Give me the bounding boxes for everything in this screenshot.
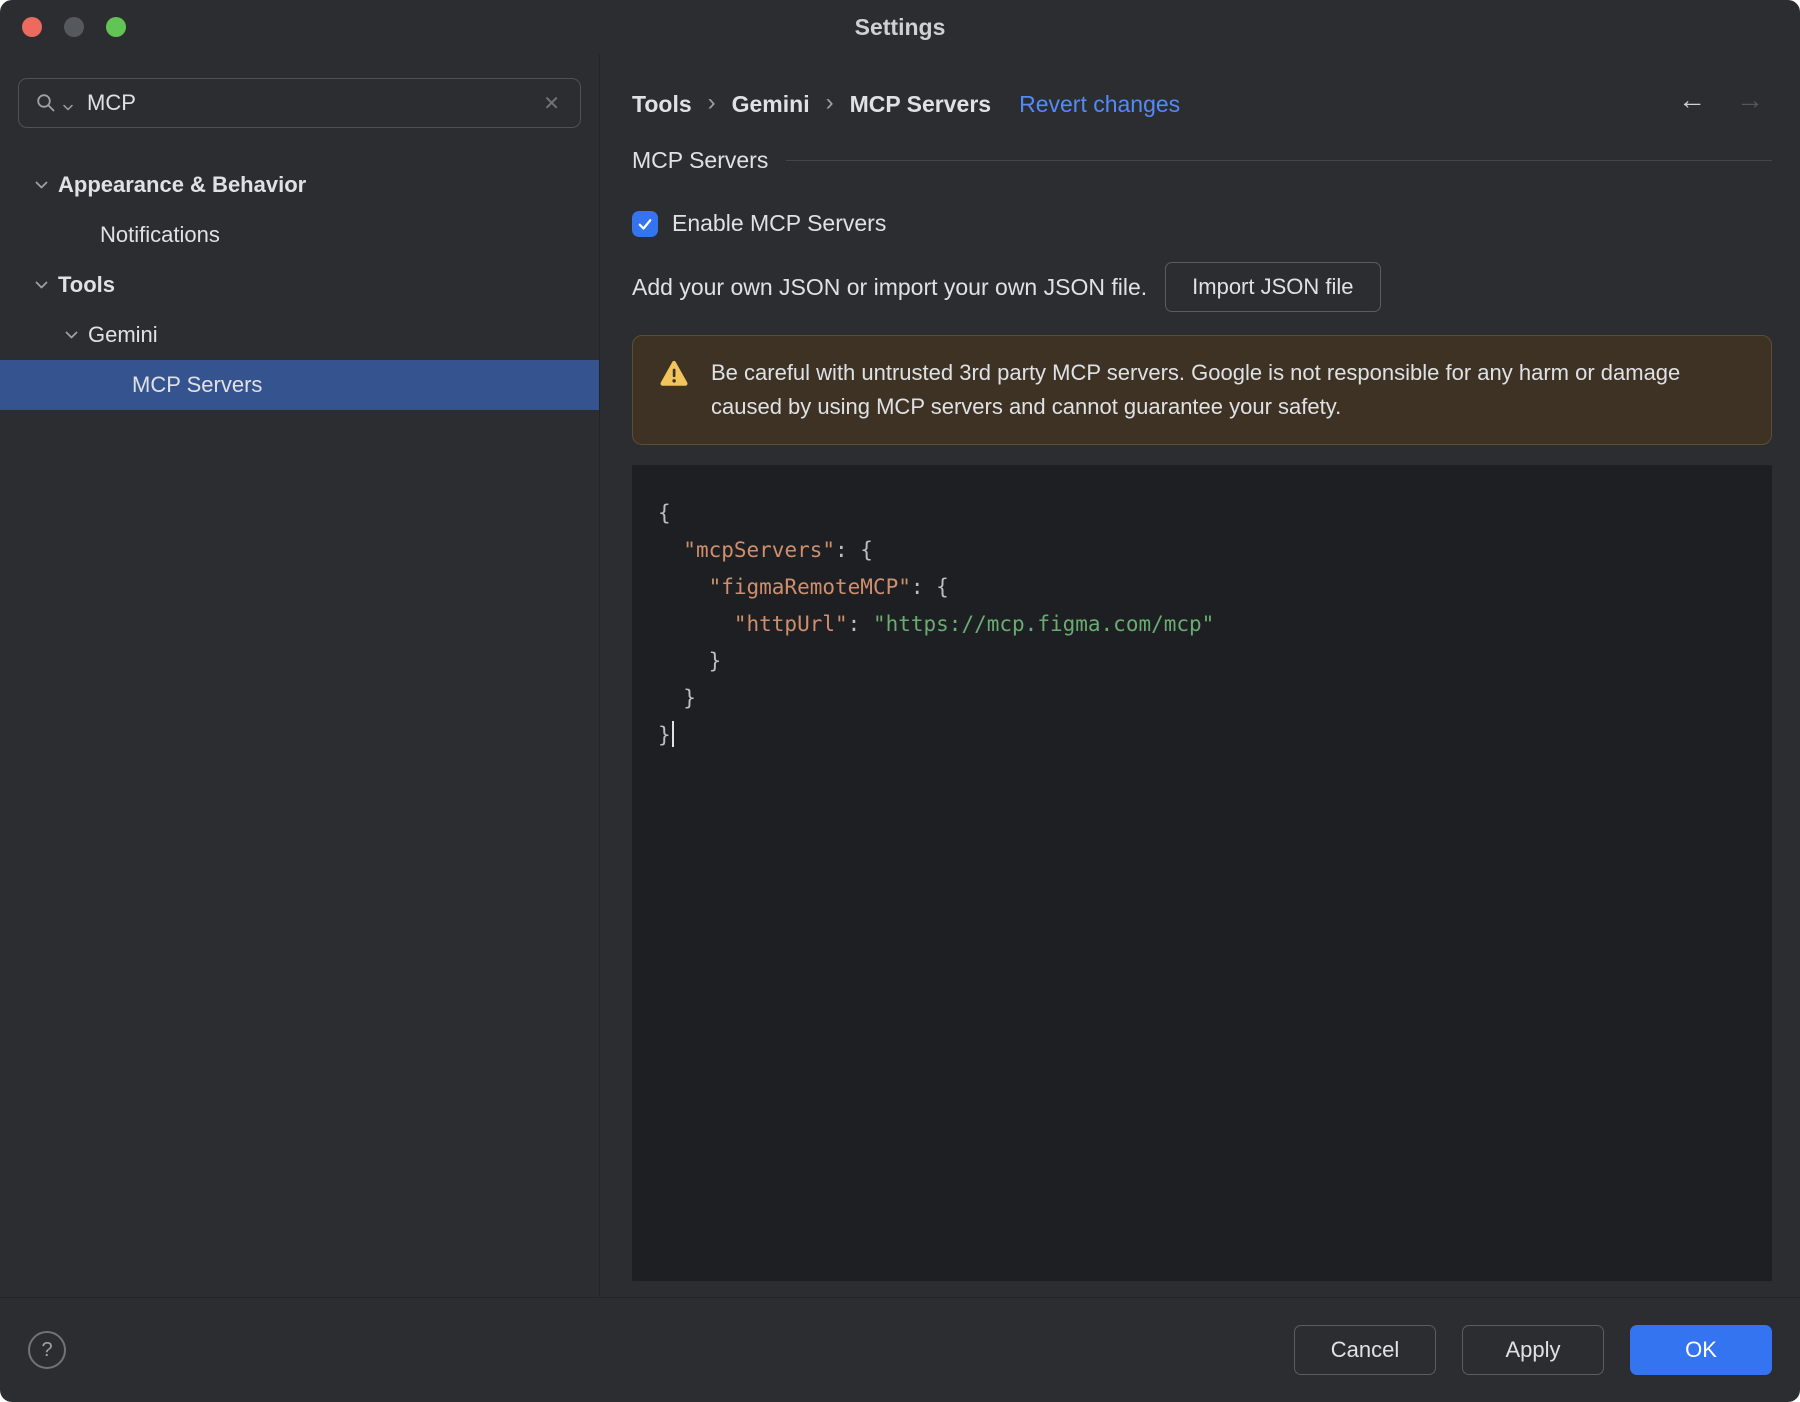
search-options-chevron-icon[interactable] — [63, 104, 73, 111]
ok-button[interactable]: OK — [1630, 1325, 1772, 1375]
breadcrumb-separator-icon: › — [825, 89, 834, 116]
section-header: MCP Servers — [632, 144, 1772, 176]
json-editor[interactable]: { "mcpServers": { "figmaRemoteMCP": { "h… — [632, 465, 1772, 1281]
breadcrumb: Tools › Gemini › MCP Servers Revert chan… — [632, 78, 1772, 130]
footer-buttons: Cancel Apply OK — [1294, 1325, 1772, 1375]
sidebar-item-label: Notifications — [100, 222, 220, 247]
back-arrow-icon[interactable]: ← — [1678, 84, 1706, 116]
import-hint-text: Add your own JSON or import your own JSO… — [632, 273, 1148, 300]
titlebar: Settings — [0, 0, 1800, 54]
zoom-window-button[interactable] — [106, 17, 126, 37]
checkbox-checked-icon[interactable] — [632, 210, 658, 237]
minimize-window-button[interactable] — [64, 17, 84, 37]
breadcrumb-separator-icon: › — [707, 89, 716, 116]
warning-icon — [660, 360, 688, 386]
enable-mcp-servers-label: Enable MCP Servers — [672, 210, 887, 236]
forward-arrow-icon: → — [1736, 84, 1764, 115]
sidebar-item-tools[interactable]: Tools — [0, 260, 599, 310]
code-line: } — [658, 717, 1746, 754]
import-json-file-button[interactable]: Import JSON file — [1165, 262, 1381, 312]
warning-banner: Be careful with untrusted 3rd party MCP … — [632, 335, 1772, 445]
sidebar-item-label: Gemini — [88, 322, 158, 347]
help-glyph: ? — [41, 1338, 53, 1361]
sidebar-item-mcp-servers[interactable]: MCP Servers — [0, 360, 599, 410]
chevron-down-icon[interactable] — [64, 331, 78, 339]
revert-changes-link[interactable]: Revert changes — [1019, 91, 1180, 118]
search-icon — [37, 94, 55, 112]
code-line: "httpUrl": "https://mcp.figma.com/mcp" — [733, 612, 1215, 636]
sidebar-item-label: Tools — [58, 272, 116, 297]
settings-content: Tools › Gemini › MCP Servers Revert chan… — [600, 54, 1800, 1297]
code-line: "mcpServers": { — [683, 538, 873, 562]
sidebar-item-label: Appearance & Behavior — [58, 172, 307, 197]
sidebar-item-gemini[interactable]: Gemini — [0, 310, 599, 360]
breadcrumb-mcp-servers: MCP Servers — [849, 90, 992, 117]
apply-button[interactable]: Apply — [1462, 1325, 1604, 1375]
sidebar-item-notifications[interactable]: Notifications — [0, 210, 599, 260]
settings-search-box[interactable]: ✕ — [18, 78, 581, 128]
dialog-footer: ? Cancel Apply OK — [0, 1297, 1800, 1402]
section-divider — [786, 159, 1772, 161]
search-input[interactable] — [87, 90, 534, 116]
code-line: "figmaRemoteMCP": { — [708, 575, 949, 599]
enable-mcp-servers-checkbox-row[interactable]: Enable MCP Servers — [632, 210, 886, 237]
code-line: { — [658, 501, 671, 525]
settings-window: Settings ✕ Appearanc — [0, 0, 1800, 1402]
breadcrumb-tools[interactable]: Tools — [632, 91, 692, 118]
sidebar-item-label: MCP Servers — [132, 372, 263, 397]
settings-sidebar: ✕ Appearance & Behavior Notifications To — [0, 54, 600, 1297]
settings-tree: Appearance & Behavior Notifications Tool… — [0, 160, 599, 410]
cancel-button[interactable]: Cancel — [1294, 1325, 1436, 1375]
traffic-lights — [22, 17, 126, 37]
json-editor-code: { "mcpServers": { "figmaRemoteMCP": { "h… — [658, 495, 1746, 754]
close-window-button[interactable] — [22, 17, 42, 37]
dialog-body: ✕ Appearance & Behavior Notifications To — [0, 54, 1800, 1297]
history-nav: ← → — [1678, 84, 1764, 116]
clear-search-icon[interactable]: ✕ — [539, 89, 564, 118]
help-icon[interactable]: ? — [28, 1331, 66, 1369]
chevron-down-icon[interactable] — [34, 181, 48, 189]
section-title: MCP Servers — [632, 146, 769, 173]
import-row: Add your own JSON or import your own JSO… — [632, 261, 1772, 313]
chevron-down-icon[interactable] — [34, 281, 48, 289]
text-caret — [671, 721, 674, 747]
code-line: } — [658, 686, 696, 710]
breadcrumb-gemini[interactable]: Gemini — [732, 91, 810, 118]
warning-text: Be careful with untrusted 3rd party MCP … — [711, 360, 1681, 419]
window-title: Settings — [854, 13, 946, 40]
code-line: } — [658, 649, 722, 673]
sidebar-item-appearance-behavior[interactable]: Appearance & Behavior — [0, 160, 599, 210]
